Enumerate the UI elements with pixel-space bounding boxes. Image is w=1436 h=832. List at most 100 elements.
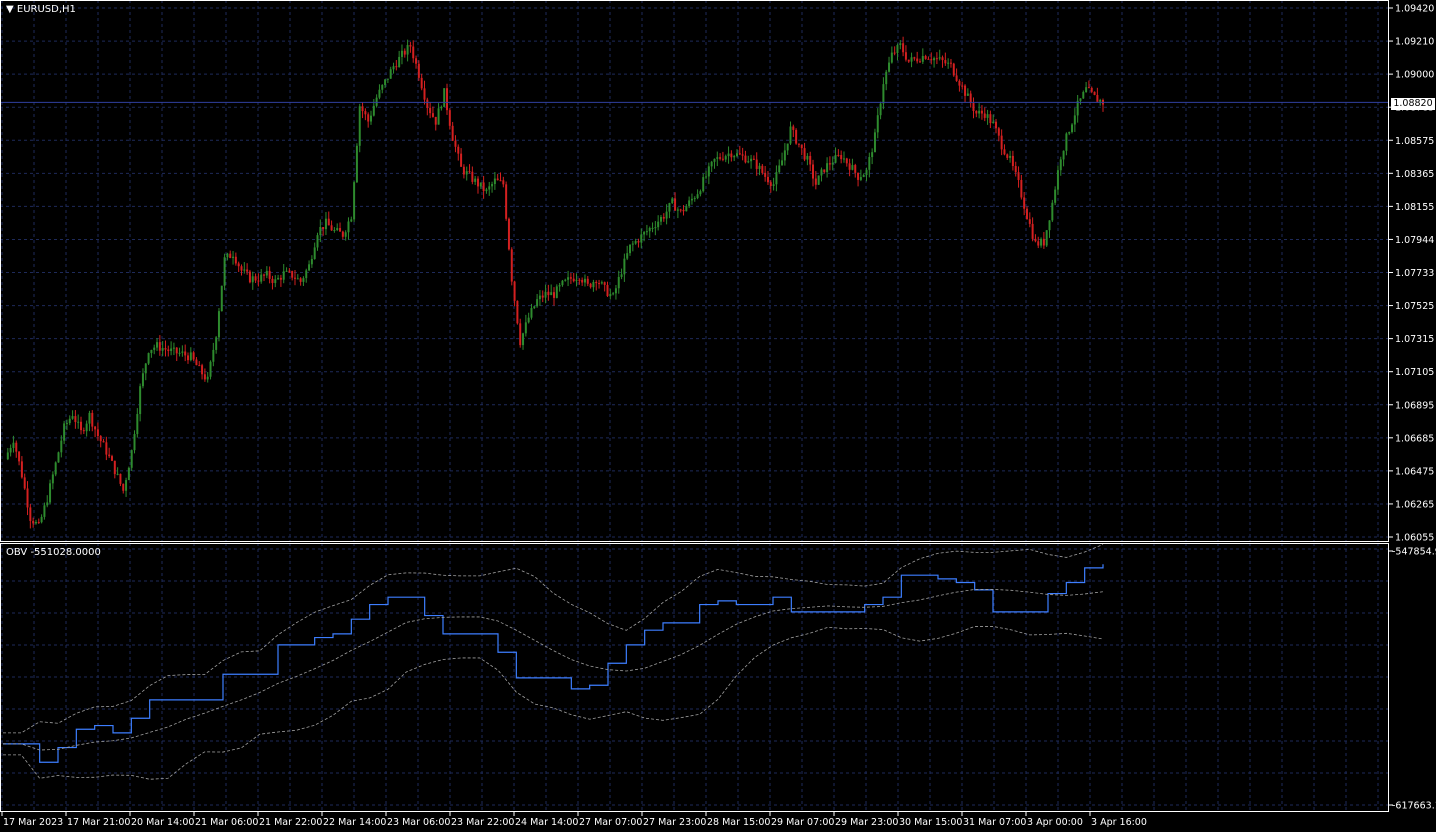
candle-body [305, 270, 308, 279]
candle-body [964, 85, 967, 96]
candle-body [598, 283, 601, 285]
candle-body [603, 282, 606, 285]
candle-body [347, 221, 350, 233]
candle-body [417, 63, 420, 78]
candle-body [550, 292, 553, 296]
candle-body [217, 311, 220, 338]
y-tick-label: 1.06475 [1395, 466, 1434, 477]
candle-body [586, 278, 589, 284]
candle-body [240, 266, 243, 271]
candle-body [507, 218, 510, 250]
candle-body [181, 351, 184, 353]
candle-body [724, 156, 727, 160]
candle-body [246, 269, 249, 272]
candle-body [769, 182, 772, 186]
candle-body [572, 278, 575, 282]
candle-body [141, 373, 144, 387]
candle-body [313, 247, 316, 260]
candle-body [842, 158, 845, 160]
candle-body [133, 434, 136, 451]
candle-body [617, 276, 620, 289]
candle-body [814, 178, 817, 185]
candle-body [890, 52, 893, 63]
candle-body [969, 93, 972, 104]
candle-body [975, 110, 978, 114]
candle-body [1071, 124, 1074, 133]
price-chart[interactable]: 1.094201.092101.090001.087851.085751.083… [0, 0, 1436, 544]
candle-body [665, 211, 668, 219]
candle-body [263, 274, 266, 276]
candle-body [1020, 179, 1023, 198]
candle-body [308, 264, 311, 271]
candle-body [538, 295, 541, 300]
candle-body [792, 126, 795, 130]
candle-body [659, 216, 662, 222]
candle-body [184, 351, 187, 356]
candle-body [437, 108, 440, 125]
candle-body [685, 206, 688, 212]
obv-chart[interactable]: -547854.9 -617663.1 [0, 543, 1436, 812]
candle-body [778, 165, 781, 173]
candle-body [775, 172, 778, 185]
candle-body [40, 516, 43, 523]
candle-body [63, 423, 66, 441]
candle-body [448, 110, 451, 126]
candle-body [1028, 219, 1031, 224]
candle-body [786, 143, 789, 151]
y-tick-label: 1.06895 [1395, 400, 1434, 411]
candle-body [333, 230, 336, 232]
candle-body [730, 153, 733, 158]
candle-body [178, 352, 181, 354]
candle-body [108, 454, 111, 457]
price-chart-pane[interactable]: 1.094201.092101.090001.087851.085751.083… [0, 0, 1436, 544]
candle-body [710, 161, 713, 167]
x-tick-label: 30 Mar 15:00 [899, 817, 962, 828]
candle-body [671, 198, 674, 204]
candle-body [192, 352, 195, 360]
candle-body [688, 200, 691, 207]
candle-body [339, 228, 342, 232]
candle-body [1014, 166, 1017, 173]
candle-body [651, 227, 654, 229]
candle-body [167, 349, 170, 351]
y-tick-label: 1.09420 [1395, 4, 1434, 15]
candle-body [933, 58, 936, 61]
candle-body [310, 259, 313, 265]
candle-body [1040, 238, 1043, 246]
candle-body [600, 282, 603, 284]
candle-body [198, 365, 201, 367]
y-tick-label: 1.06265 [1395, 499, 1434, 510]
candle-body [845, 158, 848, 164]
candle-body [609, 293, 612, 297]
candle-body [80, 421, 83, 431]
candle-body [631, 243, 634, 245]
candle-body [1073, 115, 1076, 125]
obv-indicator-pane[interactable]: -547854.9 -617663.1 OBV -551028.0000 [0, 543, 1436, 812]
dropdown-triangle-icon[interactable]: ▼ [6, 4, 14, 15]
candle-body [274, 279, 277, 283]
candle-body [527, 317, 530, 323]
candle-body [68, 418, 71, 424]
candle-body [986, 114, 989, 118]
candle-body [921, 55, 924, 62]
y-tick-label: 1.09210 [1395, 37, 1434, 48]
candle-body [386, 78, 389, 80]
candle-body [471, 171, 474, 182]
candle-body [324, 218, 327, 230]
y-tick-label: 1.07944 [1395, 235, 1434, 246]
candle-body [851, 165, 854, 170]
candle-body [795, 129, 798, 144]
candle-body [195, 359, 198, 366]
candle-body [736, 153, 738, 157]
candle-body [429, 107, 432, 114]
candle-body [130, 450, 133, 468]
candle-body [375, 97, 378, 106]
candle-body [947, 62, 950, 64]
candle-body [766, 176, 769, 183]
candle-body [71, 416, 74, 419]
candle-body [158, 342, 161, 351]
candle-body [1011, 155, 1014, 167]
x-tick-label: 23 Mar 22:00 [451, 817, 514, 828]
candle-body [49, 483, 52, 503]
candle-body [322, 227, 325, 230]
